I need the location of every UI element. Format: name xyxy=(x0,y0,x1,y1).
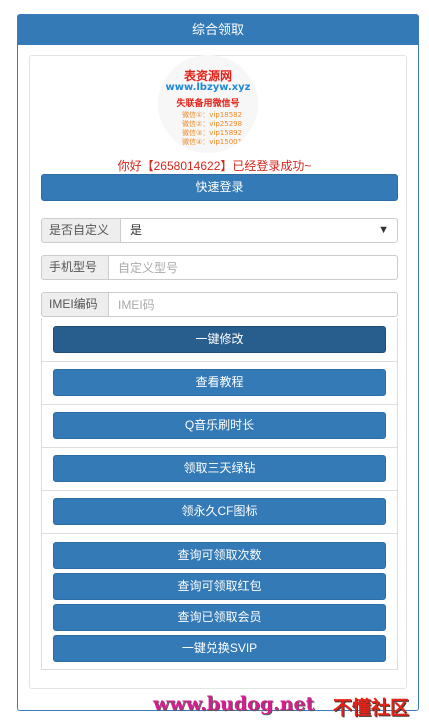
watermark-url: www.budog.net xyxy=(153,693,315,715)
view-tutorial-button[interactable]: 查看教程 xyxy=(53,369,386,396)
claim-cf-icon-button[interactable]: 领永久CF图标 xyxy=(53,498,386,525)
custom-select-value: 是 xyxy=(130,223,143,237)
welcome-message: 你好【2658014622】已经登录成功~ xyxy=(117,159,312,173)
model-row: 手机型号 xyxy=(41,255,398,280)
avatar: 表资源网 www.lbzyw.xyz 失联备用微信号 微信①：vip18582 … xyxy=(158,55,258,153)
one-click-modify-button[interactable]: 一键修改 xyxy=(53,326,386,353)
model-input[interactable] xyxy=(109,255,398,280)
imei-row: IMEI编码 xyxy=(41,292,398,317)
divider xyxy=(41,447,398,448)
divider xyxy=(41,361,398,362)
divider xyxy=(41,490,398,491)
qmusic-duration-button[interactable]: Q音乐刷时长 xyxy=(53,412,386,439)
watermark-name: 不懂社区 xyxy=(333,697,410,719)
query-membership-button[interactable]: 查询已领取会员 xyxy=(53,604,386,631)
panel-title: 综合领取 xyxy=(18,15,418,45)
avatar-contact: 微信④：vip15001 xyxy=(182,138,243,146)
avatar-subtitle: 失联备用微信号 xyxy=(176,99,240,109)
chevron-down-icon: ▼ xyxy=(378,224,389,236)
model-label: 手机型号 xyxy=(41,255,109,280)
custom-select[interactable]: 是 ▼ xyxy=(121,218,398,243)
imei-label: IMEI编码 xyxy=(41,292,109,317)
watermark: www.budog.net 不懂社区 xyxy=(153,693,429,721)
claim-green-diamond-button[interactable]: 领取三天绿钻 xyxy=(53,455,386,482)
avatar-url: www.lbzyw.xyz xyxy=(165,82,251,93)
query-red-packet-button[interactable]: 查询可领取红包 xyxy=(53,573,386,600)
divider xyxy=(41,533,398,534)
custom-select-row: 是否自定义 是 ▼ xyxy=(41,218,398,243)
custom-label: 是否自定义 xyxy=(41,218,121,243)
query-claim-count-button[interactable]: 查询可领取次数 xyxy=(53,542,386,569)
divider xyxy=(41,404,398,405)
imei-input[interactable] xyxy=(109,292,398,317)
quick-login-button[interactable]: 快速登录 xyxy=(41,174,398,201)
redeem-svip-button[interactable]: 一键兑换SVIP xyxy=(53,635,386,662)
